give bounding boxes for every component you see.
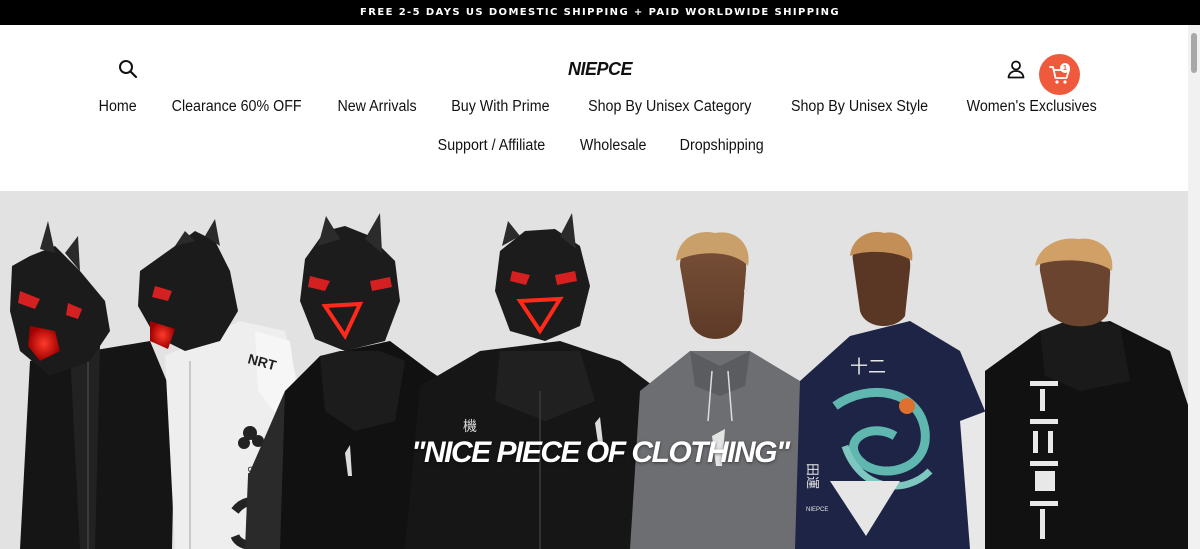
nav-link-wholesale[interactable]: Wholesale xyxy=(579,137,646,155)
account-icon xyxy=(1007,60,1025,79)
nav-link-womens-exclusives[interactable]: Women's Exclusives xyxy=(967,98,1097,116)
nav-link-shop-by-unisex-style[interactable]: Shop By Unisex Style xyxy=(791,98,928,116)
nav-link-support-affiliate[interactable]: Support / Affiliate xyxy=(437,137,545,155)
announcement-text: FREE 2-5 DAYS US DOMESTIC SHIPPING + PAI… xyxy=(360,7,840,18)
cart-count-badge: 1 xyxy=(1060,63,1070,73)
nav-link-dropshipping[interactable]: Dropshipping xyxy=(680,137,764,155)
model-7 xyxy=(985,238,1195,549)
nav-link-buy-with-prime[interactable]: Buy With Prime xyxy=(451,98,549,116)
garment-text-kanji-machine: 機 xyxy=(463,419,477,435)
scrollbar-thumb[interactable] xyxy=(1191,33,1197,73)
nav-link-clearance[interactable]: Clearance 60% OFF xyxy=(171,98,301,116)
page: FREE 2-5 DAYS US DOMESTIC SHIPPING + PAI… xyxy=(0,0,1200,549)
nav-link-shop-by-unisex-category[interactable]: Shop By Unisex Category xyxy=(588,98,751,116)
nav-link-new-arrivals[interactable]: New Arrivals xyxy=(337,98,416,116)
page-scrollbar[interactable] xyxy=(1188,25,1200,549)
cart-button[interactable]: 1 xyxy=(1039,54,1080,95)
model-4: 機 xyxy=(405,213,670,549)
model-6: 十二 田運 NIEPCE xyxy=(795,231,1005,549)
main-nav-row-2: Support / Affiliate Wholesale Dropshippi… xyxy=(0,137,1200,155)
hero-image: NRT UEG xyxy=(10,213,1195,549)
account-button[interactable] xyxy=(1004,57,1028,81)
hero-caption: "NICE PIECE OF CLOTHING" xyxy=(411,436,790,469)
main-nav-row-1: Home Clearance 60% OFF New Arrivals Buy … xyxy=(0,98,1200,116)
garment-text-brand-tag: NIEPCE xyxy=(806,507,828,513)
garment-text-kanji-mark: 十二 xyxy=(850,357,886,378)
site-header: NIEPCE 1 Home Clearance 60% OFF New Arri… xyxy=(0,25,1200,191)
hero-banner[interactable]: NRT UEG xyxy=(0,191,1200,549)
announcement-bar: FREE 2-5 DAYS US DOMESTIC SHIPPING + PAI… xyxy=(0,0,1200,25)
nav-link-home[interactable]: Home xyxy=(99,98,137,116)
